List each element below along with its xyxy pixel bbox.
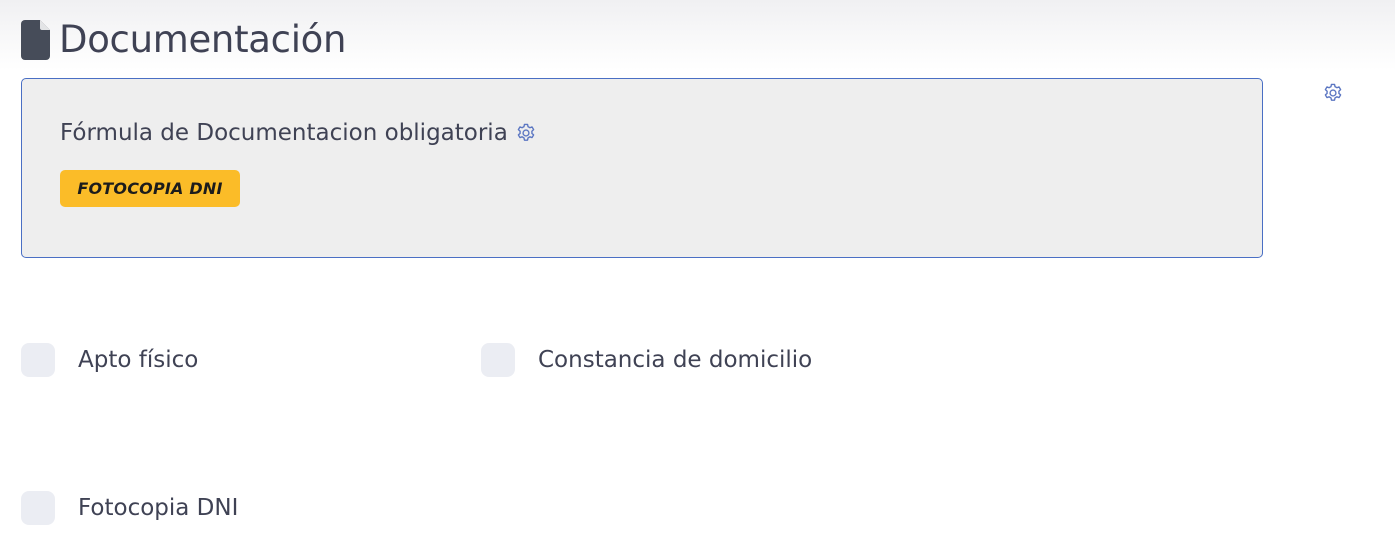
- page-header: Documentación: [21, 18, 346, 62]
- settings-button[interactable]: [1322, 82, 1344, 104]
- checkbox[interactable]: [481, 343, 515, 377]
- file-icon: [21, 20, 50, 60]
- checkbox[interactable]: [21, 343, 55, 377]
- formula-badge: FOTOCOPIA DNI: [60, 170, 240, 207]
- checkbox-label: Fotocopia DNI: [78, 495, 239, 521]
- document-checkbox-fotocopia-dni[interactable]: Fotocopia DNI: [21, 491, 238, 525]
- checkbox-label: Constancia de domicilio: [538, 347, 813, 373]
- document-checkbox-apto-fisico[interactable]: Apto físico: [21, 343, 198, 377]
- formula-panel: Fórmula de Documentacion obligatoria FOT…: [21, 78, 1263, 258]
- page-title: Documentación: [59, 18, 347, 61]
- formula-settings-button[interactable]: [515, 122, 537, 144]
- gear-icon: [1324, 83, 1342, 101]
- formula-title: Fórmula de Documentacion obligatoria: [60, 120, 508, 146]
- checkbox[interactable]: [21, 491, 55, 525]
- checkbox-label: Apto físico: [78, 347, 199, 373]
- document-checkbox-constancia-domicilio[interactable]: Constancia de domicilio: [481, 343, 812, 377]
- formula-title-row: Fórmula de Documentacion obligatoria: [60, 117, 537, 149]
- gear-icon: [517, 123, 535, 141]
